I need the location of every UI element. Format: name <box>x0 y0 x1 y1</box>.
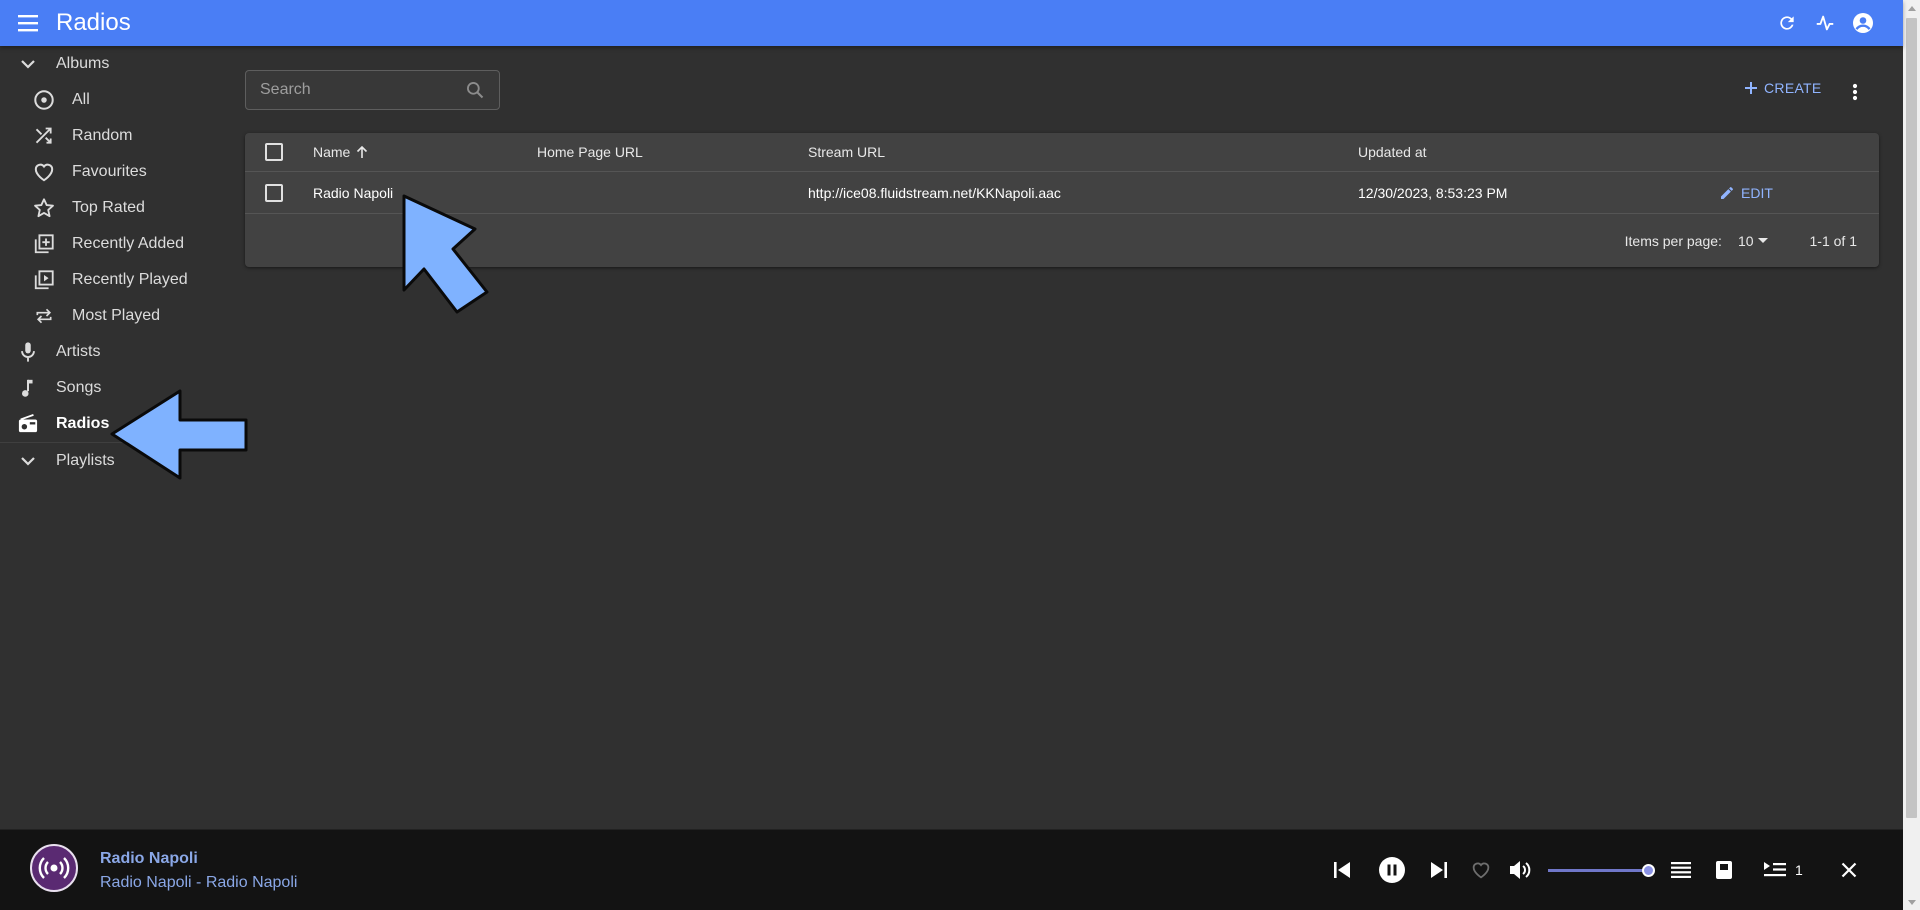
sidebar-item-most-played[interactable]: Most Played <box>0 298 240 334</box>
heart-icon[interactable] <box>1468 857 1494 883</box>
arrow-drop-down-icon <box>1757 237 1768 243</box>
create-button[interactable]: CREATE <box>1744 80 1822 96</box>
playlist-icon[interactable] <box>1668 857 1694 883</box>
row-checkbox[interactable] <box>265 183 283 202</box>
radio-cover-icon[interactable] <box>30 844 78 892</box>
scroll-up-icon[interactable] <box>1903 0 1920 16</box>
sidebar-item-label: Radios <box>56 415 110 432</box>
scroll-down-icon[interactable] <box>1903 894 1920 910</box>
column-header-home-page-url[interactable]: Home Page URL <box>537 144 643 160</box>
player-track-title[interactable]: Radio Napoli <box>100 850 198 868</box>
sidebar-item-label: Recently Played <box>72 271 188 288</box>
search-box <box>245 70 500 110</box>
sidebar-item-random[interactable]: Random <box>0 118 240 154</box>
cell-stream-url: http://ice08.fluidstream.net/KKNapoli.aa… <box>808 184 1061 201</box>
queue-count: 1 <box>1795 862 1803 878</box>
sidebar-item-label: Favourites <box>72 163 147 180</box>
sidebar-item-all[interactable]: All <box>0 82 240 118</box>
table-pagination: Items per page: 10 1-1 of 1 <box>245 214 1879 267</box>
radios-table: Name Home Page URL Stream URL Updated at… <box>245 133 1879 267</box>
search-input[interactable] <box>260 81 450 99</box>
sidebar: Albums All Random Favourites Top Rated R… <box>0 46 240 479</box>
items-per-page-select[interactable]: 10 <box>1738 233 1768 249</box>
sidebar-section-label: Albums <box>56 55 110 72</box>
chevron-down-icon <box>16 52 40 76</box>
chevron-down-icon <box>16 449 40 473</box>
edit-label: EDIT <box>1741 184 1773 201</box>
sidebar-section-label: Playlists <box>56 452 115 469</box>
search-icon[interactable] <box>465 80 485 100</box>
refresh-icon[interactable] <box>1773 9 1801 37</box>
column-header-stream-url[interactable]: Stream URL <box>808 144 885 160</box>
player-track-subtitle[interactable]: Radio Napoli - Radio Napoli <box>100 874 297 892</box>
page-scrollbar[interactable] <box>1903 0 1920 910</box>
queue-play-icon[interactable] <box>1762 857 1788 883</box>
close-icon[interactable] <box>1836 857 1862 883</box>
cell-updated-at: 12/30/2023, 8:53:23 PM <box>1358 184 1508 201</box>
cell-name: Radio Napoli <box>313 184 394 201</box>
menu-icon[interactable] <box>14 8 44 38</box>
library-add-icon <box>32 232 56 256</box>
create-label: CREATE <box>1764 80 1822 96</box>
volume-slider-knob[interactable] <box>1642 864 1655 877</box>
sidebar-section-playlists[interactable]: Playlists <box>0 443 240 479</box>
sidebar-item-label: Songs <box>56 379 102 396</box>
pagination-range: 1-1 of 1 <box>1809 232 1857 249</box>
sidebar-item-radios[interactable]: Radios <box>0 406 240 442</box>
sidebar-item-songs[interactable]: Songs <box>0 370 240 406</box>
shuffle-icon <box>32 124 56 148</box>
star-icon <box>32 196 56 220</box>
table-header: Name Home Page URL Stream URL Updated at <box>245 133 1879 172</box>
sidebar-item-label: All <box>72 91 90 108</box>
radio-icon <box>16 412 40 436</box>
sidebar-item-recently-played[interactable]: Recently Played <box>0 262 240 298</box>
sidebar-item-recently-added[interactable]: Recently Added <box>0 226 240 262</box>
sidebar-item-label: Recently Added <box>72 235 185 252</box>
volume-up-icon[interactable] <box>1507 857 1533 883</box>
sidebar-item-artists[interactable]: Artists <box>0 334 240 370</box>
video-library-icon <box>32 268 56 292</box>
column-header-label: Name <box>313 144 351 160</box>
sidebar-item-label: Top Rated <box>72 199 145 216</box>
heart-icon <box>32 160 56 184</box>
column-header-name[interactable]: Name <box>313 144 368 160</box>
album-icon <box>32 88 56 112</box>
app-bar: Radios <box>0 0 1903 46</box>
scrollbar-thumb[interactable] <box>1906 18 1917 818</box>
arrow-upward-icon <box>357 145 368 158</box>
account-icon[interactable] <box>1849 9 1877 37</box>
sidebar-section-albums[interactable]: Albums <box>0 46 240 82</box>
pause-button[interactable] <box>1377 855 1407 885</box>
column-header-updated-at[interactable]: Updated at <box>1358 144 1427 160</box>
activity-icon[interactable] <box>1811 9 1839 37</box>
page-title: Radios <box>56 9 131 36</box>
mic-icon <box>16 340 40 364</box>
sidebar-item-label: Artists <box>56 343 101 360</box>
volume-slider[interactable] <box>1548 864 1655 877</box>
sidebar-item-top-rated[interactable]: Top Rated <box>0 190 240 226</box>
lyrics-book-icon[interactable] <box>1711 857 1737 883</box>
sidebar-item-label: Random <box>72 127 133 144</box>
music-note-icon <box>16 376 40 400</box>
sidebar-item-label: Most Played <box>72 307 161 324</box>
sidebar-item-favourites[interactable]: Favourites <box>0 154 240 190</box>
edit-icon <box>1721 186 1733 199</box>
plus-icon <box>1745 82 1757 94</box>
select-all-checkbox[interactable] <box>265 143 283 161</box>
more-vert-icon[interactable] <box>1843 80 1867 104</box>
table-row[interactable]: Radio Napoli http://ice08.fluidstream.ne… <box>245 172 1879 214</box>
skip-previous-icon[interactable] <box>1329 857 1355 883</box>
items-per-page-value: 10 <box>1737 232 1754 249</box>
repeat-icon <box>32 304 56 328</box>
player-bar: Radio Napoli Radio Napoli - Radio Napoli… <box>0 829 1903 910</box>
edit-button[interactable]: EDIT <box>1719 185 1773 201</box>
items-per-page-label: Items per page: <box>1624 232 1722 249</box>
skip-next-icon[interactable] <box>1426 857 1452 883</box>
